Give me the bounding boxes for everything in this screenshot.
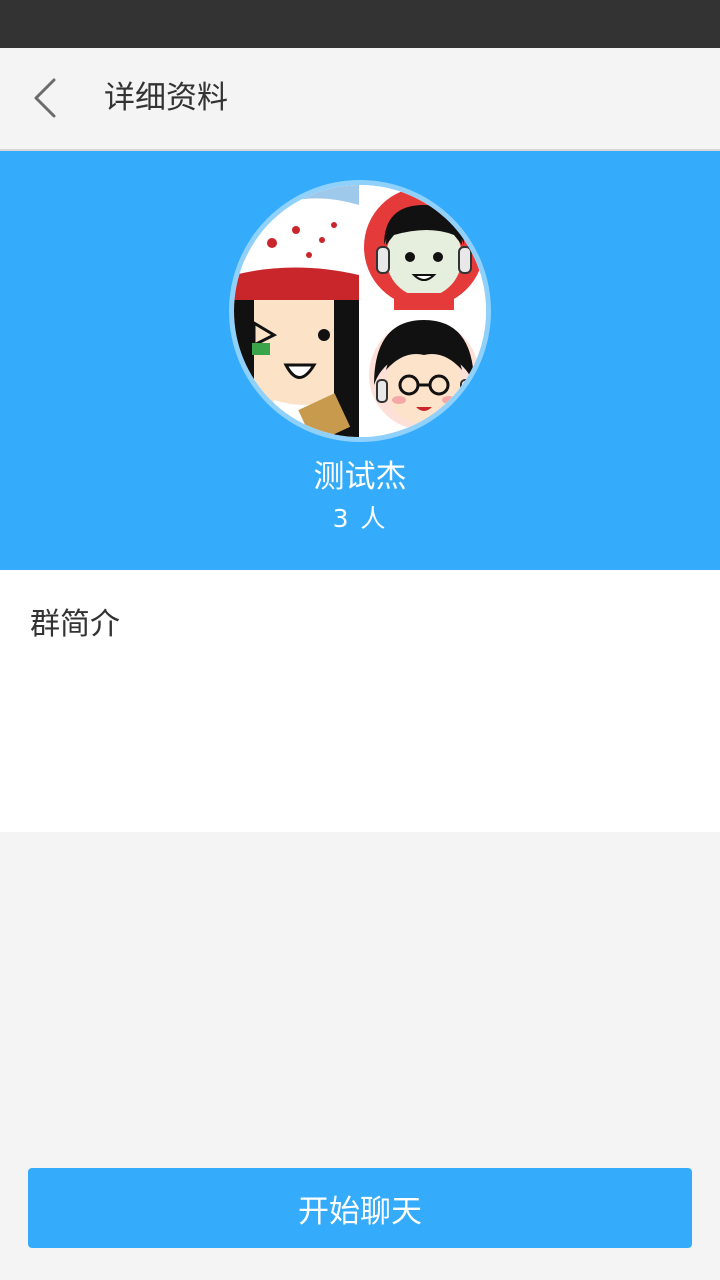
group-intro-section: 群简介 — [0, 570, 720, 832]
group-header: 测试杰 3 人 — [0, 151, 720, 570]
avatar-collage-icon — [234, 185, 486, 437]
status-bar — [0, 0, 720, 48]
page-title: 详细资料 — [104, 80, 228, 116]
start-chat-label: 开始聊天 — [298, 1193, 422, 1230]
start-chat-button[interactable]: 开始聊天 — [28, 1168, 692, 1248]
chevron-left-icon — [34, 78, 56, 118]
back-button[interactable] — [20, 72, 72, 124]
member-count[interactable]: 3 人 — [0, 501, 720, 537]
group-avatar[interactable] — [229, 180, 491, 442]
top-bar: 详细资料 — [0, 48, 720, 151]
group-intro-label: 群简介 — [30, 607, 120, 642]
group-avatar-image — [234, 185, 486, 437]
group-name: 测试杰 — [313, 459, 407, 495]
